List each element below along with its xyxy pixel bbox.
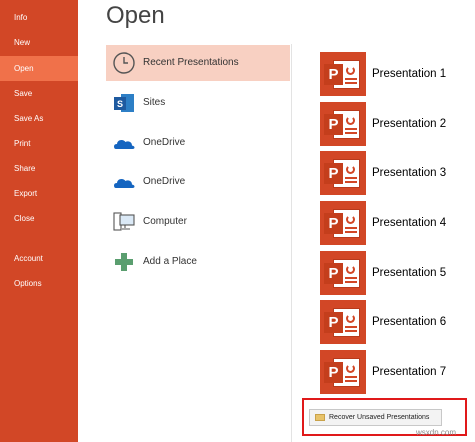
folder-icon (315, 414, 325, 421)
place-label: Sites (143, 97, 166, 108)
recent-item-presentation-4[interactable]: P Presentation 4 (320, 201, 470, 245)
page-title: Open (106, 2, 165, 29)
nav-save-as[interactable]: Save As (0, 106, 78, 131)
powerpoint-file-icon: P (320, 201, 366, 245)
recent-item-label: Presentation 5 (372, 267, 447, 279)
recent-item-label: Presentation 6 (372, 316, 447, 328)
nav-print[interactable]: Print (0, 131, 78, 156)
recent-item-presentation-2[interactable]: P Presentation 2 (320, 102, 470, 146)
svg-text:S: S (117, 99, 123, 109)
place-label: Computer (143, 216, 187, 227)
nav-info[interactable]: Info (0, 5, 78, 30)
place-label: Add a Place (143, 256, 197, 267)
recent-item-presentation-7[interactable]: P Presentation 7 (320, 350, 470, 394)
place-sites[interactable]: S Sites (106, 85, 290, 121)
recent-item-label: Presentation 1 (372, 68, 447, 80)
computer-icon (113, 212, 135, 231)
recover-unsaved-presentations-button[interactable]: Recover Unsaved Presentations (309, 409, 442, 426)
recover-button-label: Recover Unsaved Presentations (329, 414, 430, 421)
nav-close[interactable]: Close (0, 206, 78, 231)
powerpoint-file-icon: P (320, 52, 366, 96)
place-label: OneDrive (143, 137, 186, 148)
powerpoint-file-icon: P (320, 151, 366, 195)
recent-item-presentation-5[interactable]: P Presentation 5 (320, 251, 470, 295)
place-add-a-place[interactable]: Add a Place (106, 244, 290, 280)
column-divider (291, 44, 292, 442)
powerpoint-file-icon: P (320, 102, 366, 146)
plus-icon (115, 253, 133, 271)
nav-new[interactable]: New (0, 30, 78, 55)
place-onedrive-1[interactable]: OneDrive (106, 125, 290, 161)
recent-item-label: Presentation 4 (372, 217, 447, 229)
backstage-nav: Info New Open Save Save As Print Share E… (0, 0, 78, 442)
recent-item-presentation-3[interactable]: P Presentation 3 (320, 151, 470, 195)
clock-icon (113, 52, 135, 74)
place-label: OneDrive (143, 176, 186, 187)
nav-open[interactable]: Open (0, 56, 78, 81)
nav-share[interactable]: Share (0, 156, 78, 181)
place-computer[interactable]: Computer (106, 204, 290, 240)
nav-export[interactable]: Export (0, 181, 78, 206)
recent-item-label: Presentation 7 (372, 366, 447, 378)
recent-item-presentation-6[interactable]: P Presentation 6 (320, 300, 470, 344)
powerpoint-file-icon: P (320, 300, 366, 344)
powerpoint-file-icon: P (320, 251, 366, 295)
cloud-icon (114, 179, 135, 188)
nav-save[interactable]: Save (0, 81, 78, 106)
powerpoint-file-icon: P (320, 350, 366, 394)
recent-item-label: Presentation 3 (372, 167, 447, 179)
place-recent-presentations[interactable]: Recent Presentations (106, 45, 290, 81)
nav-options[interactable]: Options (0, 271, 78, 296)
place-label: Recent Presentations (143, 57, 239, 68)
sharepoint-icon: S (114, 94, 134, 112)
cloud-icon (114, 140, 135, 149)
watermark: wsxdn.com (416, 428, 457, 437)
nav-account[interactable]: Account (0, 246, 78, 271)
place-onedrive-2[interactable]: OneDrive (106, 164, 290, 200)
recent-item-presentation-1[interactable]: P Presentation 1 (320, 52, 470, 96)
recent-item-label: Presentation 2 (372, 118, 447, 130)
